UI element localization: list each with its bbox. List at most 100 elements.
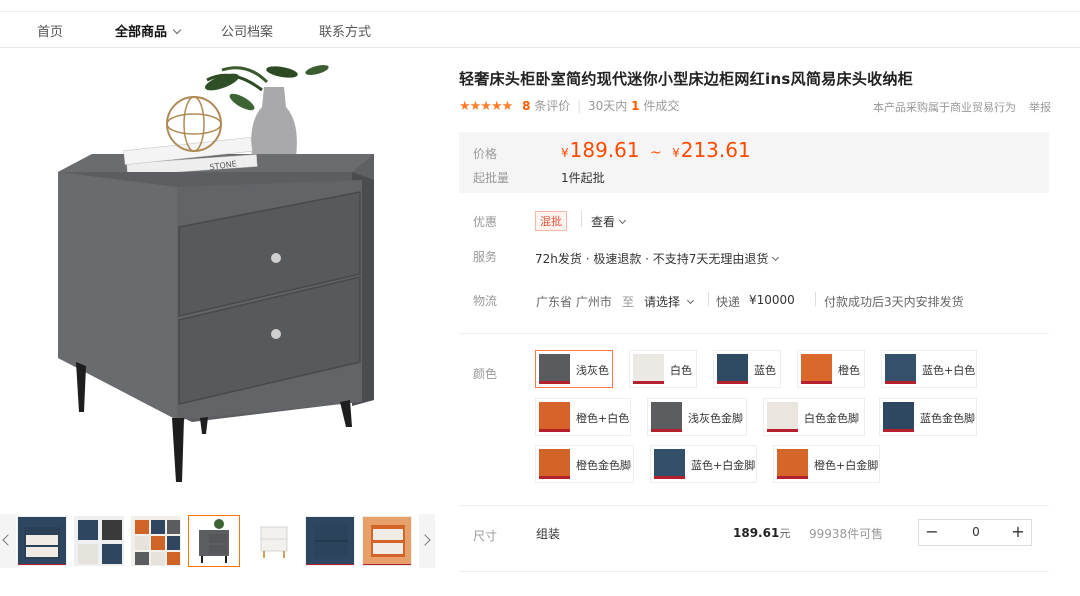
review-label[interactable]: 条评价 [534, 99, 570, 113]
chevron-left-icon [2, 534, 14, 546]
divider [708, 292, 709, 306]
price-box: 价格 ¥189.61 ~ ¥213.61 起批量 1件起批 [459, 132, 1049, 193]
size-option: 组装 [536, 527, 561, 541]
thumbnail-1[interactable] [17, 516, 67, 566]
color-option-blue-white-gold-leg[interactable]: 蓝色+白金脚 [650, 445, 757, 483]
color-option-orange[interactable]: 橙色 [797, 350, 865, 388]
color-option-label: 橙色金色脚 [576, 459, 631, 472]
nav-company-profile[interactable]: 公司档案 [221, 21, 273, 40]
color-option-orange-gold-leg[interactable]: 橙色金色脚 [535, 445, 634, 483]
quantity-input[interactable]: 0 [959, 525, 993, 539]
shipping-note: 付款成功后3天内安排发货 [824, 295, 964, 309]
section-divider [459, 571, 1049, 572]
thumbnail-5[interactable] [248, 516, 298, 566]
nav-home[interactable]: 首页 [37, 21, 63, 40]
discount-view-dropdown[interactable]: 查看 [591, 213, 627, 230]
sales-count: 1 [631, 99, 640, 113]
thumbnail-image [306, 525, 354, 565]
color-option-orange-white[interactable]: 橙色+白色 [535, 398, 631, 436]
swatch-image [539, 402, 570, 432]
review-count[interactable]: 8 [522, 99, 530, 113]
color-option-grey-gold-leg[interactable]: 浅灰色金脚 [647, 398, 747, 436]
color-option-label: 白色 [670, 364, 692, 377]
quantity-stepper: − 0 + [918, 519, 1032, 546]
shop-nav-bar: 首页 全部商品 公司档案 联系方式 [0, 12, 1080, 48]
nav-contact[interactable]: 联系方式 [319, 21, 371, 40]
quantity-decrease-button[interactable]: − [919, 520, 945, 545]
chevron-right-icon [419, 534, 431, 546]
chevron-down-icon [618, 216, 627, 225]
swatch-image [654, 449, 685, 479]
color-option-label: 橙色 [838, 364, 860, 377]
report-link[interactable]: 举报 [1029, 99, 1051, 115]
thumbnail-7[interactable] [362, 516, 412, 566]
nav-all-products-label: 全部商品 [115, 25, 168, 40]
color-label: 颜色 [473, 367, 498, 381]
color-option-label: 蓝色金色脚 [920, 412, 975, 425]
color-option-label: 浅灰色 [576, 364, 609, 377]
service-label: 服务 [473, 250, 498, 264]
divider [815, 292, 816, 306]
mixed-batch-tag: 混批 [535, 211, 567, 231]
size-label: 尺寸 [473, 529, 498, 543]
color-option-white-gold-leg[interactable]: 白色金色脚 [763, 398, 865, 436]
color-option-label: 蓝色+白金脚 [691, 459, 756, 472]
swatch-image [801, 354, 832, 384]
quantity-increase-button[interactable]: + [1005, 520, 1031, 545]
currency-symbol: ¥ [561, 146, 569, 160]
price-low: 189.61 [569, 138, 640, 162]
color-option-white[interactable]: 白色 [629, 350, 697, 388]
thumbnail-image [260, 526, 288, 558]
size-price-value: 189.61 [733, 526, 780, 540]
service-dropdown[interactable]: 72h发货 · 极速退款 · 不支持7天无理由退货 [535, 250, 780, 267]
swatch-image [717, 354, 748, 384]
color-option-light-grey[interactable]: 浅灰色 [535, 350, 613, 388]
divider [581, 211, 582, 227]
color-option-blue[interactable]: 蓝色 [713, 350, 781, 388]
color-option-label: 橙色+白金脚 [814, 459, 879, 472]
thumb-next-button[interactable] [419, 514, 435, 568]
logistics-label: 物流 [473, 294, 498, 308]
destination-select-label: 请选择 [644, 295, 681, 309]
rating-stars-icon: ★★★★★ [459, 99, 513, 114]
nav-all-products[interactable]: 全部商品 [115, 21, 182, 40]
sales-period: 30天内 [588, 99, 628, 113]
express-label: 快递 [716, 295, 741, 309]
divider: | [577, 99, 582, 113]
swatch-image [651, 402, 682, 432]
thumbnail-4-selected[interactable] [188, 515, 240, 567]
size-price: 189.61元 [733, 525, 790, 541]
logistics-to: 至 [622, 295, 635, 309]
rating-row: ★★★★★ 8 条评价 | 30天内 1 件成交 [459, 97, 679, 114]
thumbnail-3[interactable] [131, 516, 181, 566]
thumbnail-2[interactable] [74, 516, 124, 566]
thumb-prev-button[interactable] [0, 514, 16, 568]
section-divider [459, 505, 1049, 506]
price-label: 价格 [473, 147, 498, 161]
discount-label: 优惠 [473, 215, 498, 229]
swatch-image [767, 402, 798, 432]
thumbnail-image [135, 520, 180, 565]
service-value: 72h发货 · 极速退款 · 不支持7天无理由退货 [535, 252, 769, 266]
swatch-image [633, 354, 664, 384]
color-option-label: 蓝色+白色 [922, 364, 976, 377]
product-title: 轻奢床头柜卧室简约现代迷你小型床边柜网红ins风简易床头收纳柜 [459, 70, 914, 88]
color-option-blue-gold-leg[interactable]: 蓝色金色脚 [879, 398, 977, 436]
destination-select[interactable]: 请选择 [644, 293, 695, 310]
color-option-blue-white[interactable]: 蓝色+白色 [881, 350, 977, 388]
section-divider [459, 333, 1049, 334]
swatch-image [885, 354, 916, 384]
color-option-label: 蓝色 [754, 364, 776, 377]
swatch-image [777, 449, 808, 479]
chevron-down-icon [172, 25, 182, 35]
color-option-orange-white-gold-leg[interactable]: 橙色+白金脚 [773, 445, 880, 483]
color-option-label: 白色金色脚 [804, 412, 859, 425]
thumbnail-6[interactable] [305, 516, 355, 566]
moq-value: 1件起批 [561, 171, 605, 185]
price-tilde: ~ [649, 145, 662, 161]
discount-view-label: 查看 [591, 215, 616, 229]
thumbnail-image [363, 525, 411, 565]
swatch-image [883, 402, 914, 432]
thumbnail-image [18, 527, 66, 565]
chevron-down-icon [772, 253, 780, 262]
